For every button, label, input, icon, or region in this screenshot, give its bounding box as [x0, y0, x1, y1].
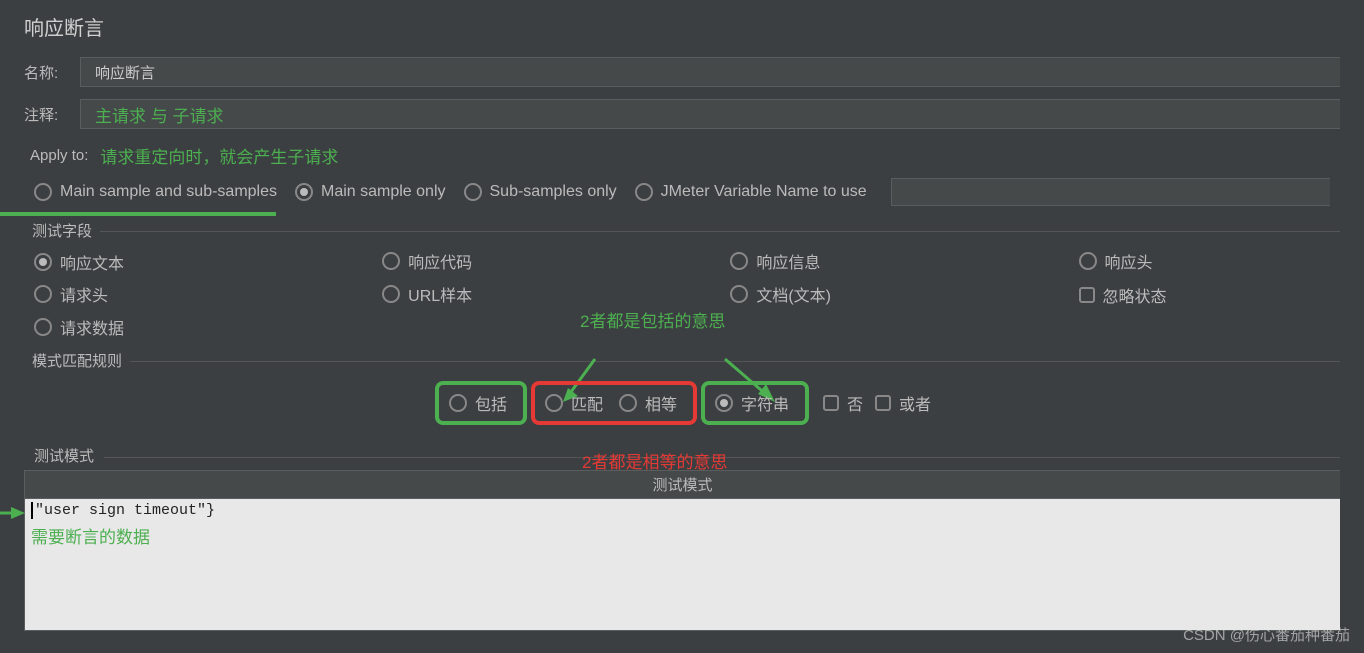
- test-pattern-section: 测试模式 2者都是相等的意思 测试模式 "user sign timeout"}…: [24, 443, 1340, 631]
- radio-label: 响应文本: [60, 250, 124, 274]
- highlight-matches-equals: 匹配 相等: [531, 381, 697, 425]
- test-pattern-header: 测试模式: [24, 470, 1340, 499]
- radio-label: 响应头: [1105, 249, 1153, 273]
- radio-circle-icon: [34, 253, 52, 271]
- test-pattern-row[interactable]: "user sign timeout"}: [31, 502, 215, 519]
- radio-circle-icon: [619, 394, 637, 412]
- radio-circle-icon: [545, 394, 563, 412]
- radio-request-data[interactable]: 请求数据: [34, 315, 124, 339]
- arrow-icon: [0, 503, 25, 523]
- radio-circle-icon: [730, 285, 748, 303]
- jmeter-var-input[interactable]: [891, 178, 1330, 206]
- checkbox-box-icon: [875, 395, 891, 411]
- radio-url-sample[interactable]: URL样本: [382, 282, 472, 306]
- annotation-bottom: 2者都是相等的意思: [582, 448, 727, 473]
- radio-label: 匹配: [571, 391, 603, 415]
- checkbox-box-icon: [823, 395, 839, 411]
- pattern-rules-row: 包括 匹配 相等 字符串 否 或者: [0, 371, 1364, 439]
- radio-label: JMeter Variable Name to use: [661, 183, 867, 201]
- radio-response-headers[interactable]: 响应头: [1079, 249, 1153, 273]
- annotation-top: 2者都是包括的意思: [580, 307, 725, 332]
- checkbox-label: 忽略状态: [1103, 283, 1167, 307]
- radio-circle-icon: [715, 394, 733, 412]
- apply-to-annotation: 请求重定向时，就会产生子请求: [100, 143, 338, 168]
- checkbox-or[interactable]: 或者: [875, 391, 931, 415]
- radio-label: 字符串: [741, 391, 789, 415]
- radio-circle-icon: [382, 285, 400, 303]
- radio-label: 请求数据: [60, 315, 124, 339]
- radio-label: Main sample only: [321, 183, 446, 201]
- radio-circle-icon: [295, 183, 313, 201]
- radio-jmeter-var[interactable]: JMeter Variable Name to use: [635, 183, 867, 201]
- radio-label: 响应信息: [756, 249, 820, 273]
- name-row: 名称:: [0, 51, 1364, 93]
- radio-substring[interactable]: 字符串: [715, 391, 789, 415]
- panel-title: 响应断言: [0, 0, 1364, 51]
- test-fields-legend: 测试字段: [24, 220, 100, 241]
- radio-request-headers[interactable]: 请求头: [34, 282, 108, 306]
- radio-response-text[interactable]: 响应文本: [34, 250, 124, 274]
- checkbox-box-icon: [1079, 287, 1095, 303]
- radio-main-only[interactable]: Main sample only: [295, 183, 446, 201]
- test-pattern-body[interactable]: "user sign timeout"} 需要断言的数据: [24, 499, 1340, 631]
- radio-label: URL样本: [408, 282, 472, 306]
- test-fields-legend-row: 测试字段: [0, 220, 1364, 241]
- highlight-contains: 包括: [435, 381, 527, 425]
- radio-label: 请求头: [60, 282, 108, 306]
- highlight-substring: 字符串: [701, 381, 809, 425]
- checkbox-ignore-status[interactable]: 忽略状态: [1079, 283, 1167, 307]
- radio-sub-only[interactable]: Sub-samples only: [464, 183, 617, 201]
- name-label: 名称:: [24, 62, 80, 83]
- watermark: CSDN @伤心番茄种番茄: [1183, 624, 1350, 645]
- radio-label: Main sample and sub-samples: [60, 183, 277, 201]
- radio-label: 文档(文本): [756, 282, 831, 306]
- radio-circle-icon: [464, 183, 482, 201]
- radio-circle-icon: [34, 285, 52, 303]
- radio-circle-icon: [635, 183, 653, 201]
- radio-circle-icon: [1079, 252, 1097, 270]
- checkbox-label: 否: [847, 391, 863, 415]
- apply-to-options: Main sample and sub-samples Main sample …: [0, 172, 1364, 212]
- test-fields-grid: 响应文本 响应代码 响应信息 响应头 请求头: [0, 241, 1364, 348]
- test-pattern-legend: 测试模式: [24, 443, 104, 470]
- radio-circle-icon: [449, 394, 467, 412]
- radio-matches[interactable]: 匹配: [545, 391, 603, 415]
- radio-document-text[interactable]: 文档(文本): [730, 282, 831, 306]
- radio-contains[interactable]: 包括: [449, 391, 507, 415]
- comment-input[interactable]: [80, 99, 1340, 129]
- radio-circle-icon: [34, 318, 52, 336]
- name-input[interactable]: [80, 57, 1340, 87]
- radio-label: Sub-samples only: [490, 183, 617, 201]
- radio-label: 响应代码: [408, 249, 472, 273]
- radio-main-and-sub[interactable]: Main sample and sub-samples: [34, 183, 277, 201]
- underline-annotation: [0, 212, 276, 216]
- radio-circle-icon: [730, 252, 748, 270]
- radio-label: 包括: [475, 391, 507, 415]
- apply-to-row: Apply to: 请求重定向时，就会产生子请求: [0, 135, 1364, 172]
- divider: [100, 231, 1340, 232]
- checkbox-not[interactable]: 否: [823, 391, 863, 415]
- comment-label: 注释:: [24, 104, 80, 125]
- divider: [130, 361, 1340, 362]
- radio-label: 相等: [645, 391, 677, 415]
- radio-response-code[interactable]: 响应代码: [382, 249, 472, 273]
- annotation-data: 需要断言的数据: [31, 523, 1334, 548]
- pattern-rules-legend: 模式匹配规则: [24, 350, 130, 371]
- pattern-rules-legend-row: 模式匹配规则: [0, 350, 1364, 371]
- radio-equals[interactable]: 相等: [619, 391, 677, 415]
- comment-row: 注释:: [0, 93, 1364, 135]
- radio-response-message[interactable]: 响应信息: [730, 249, 820, 273]
- radio-circle-icon: [382, 252, 400, 270]
- radio-circle-icon: [34, 183, 52, 201]
- checkbox-label: 或者: [899, 391, 931, 415]
- apply-to-label: Apply to:: [30, 147, 88, 164]
